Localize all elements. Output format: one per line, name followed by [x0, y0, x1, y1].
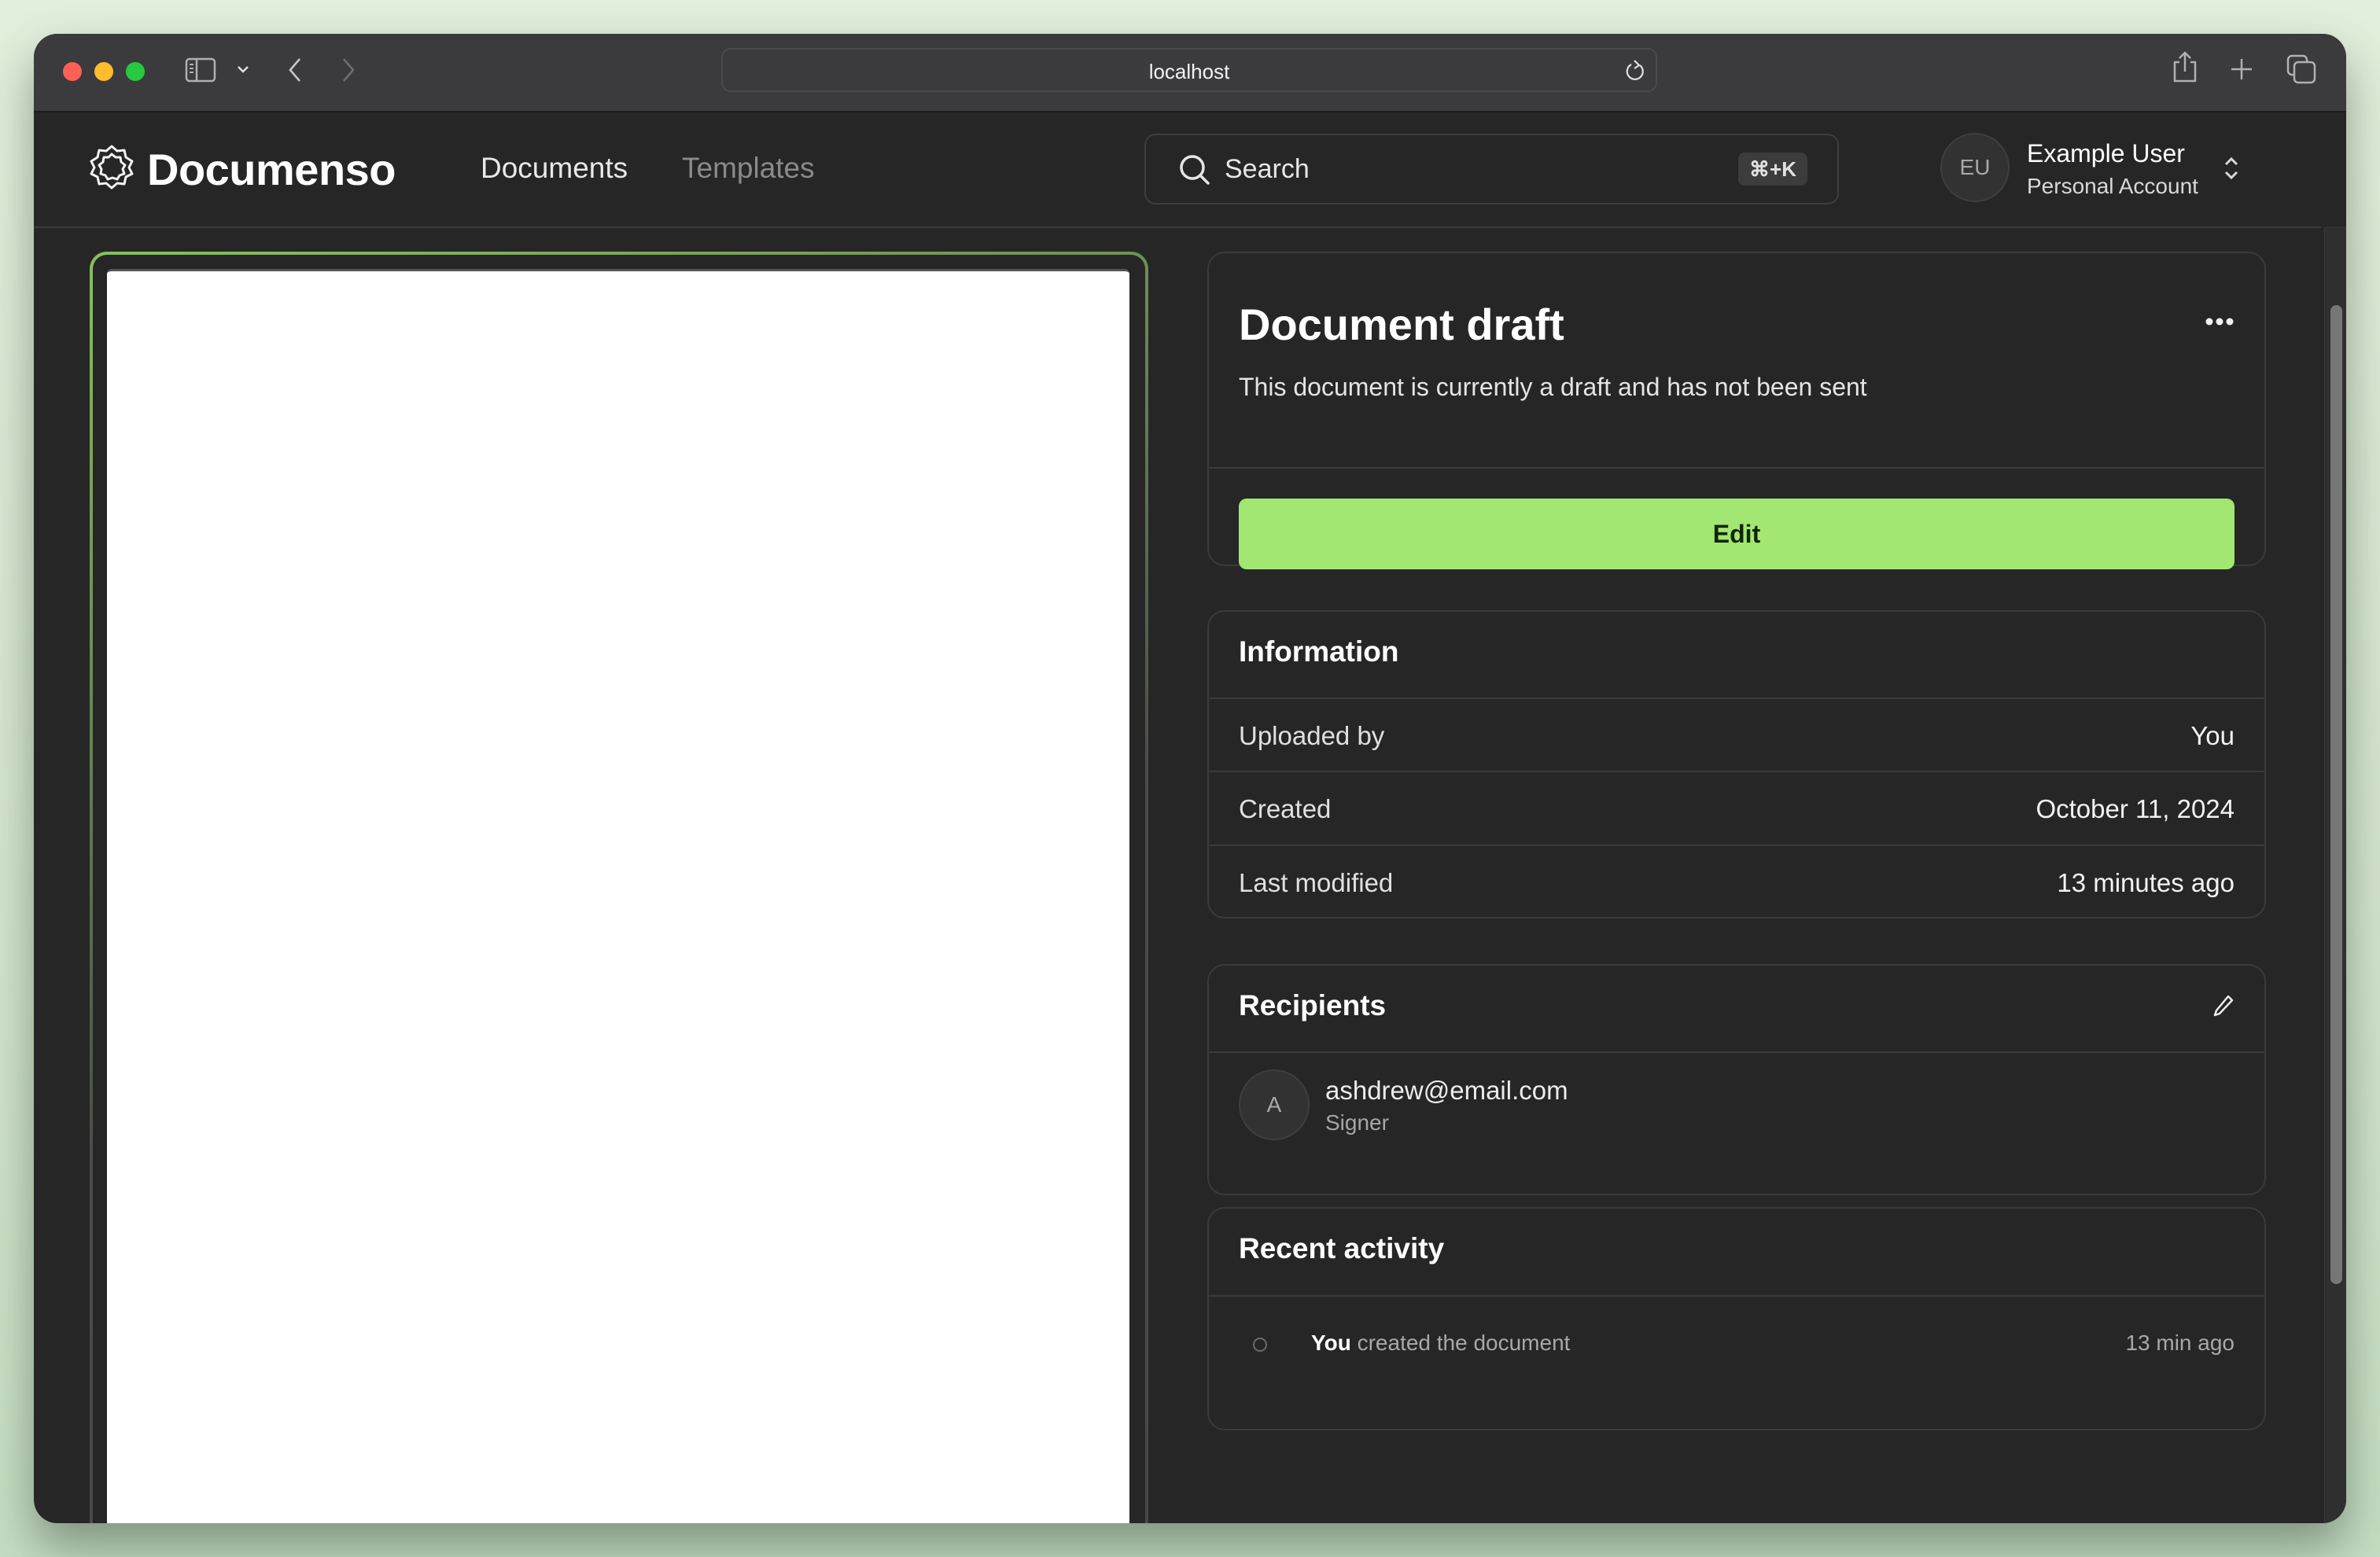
- browser-toolbar: localhost: [34, 34, 2346, 112]
- recipient-avatar: A: [1239, 1069, 1310, 1140]
- nav-templates[interactable]: Templates: [682, 152, 815, 185]
- tab-overview-icon[interactable]: [2286, 54, 2316, 88]
- browser-window: localhost Documenso Documents Templates: [34, 34, 2346, 1523]
- reload-icon[interactable]: [1624, 59, 1646, 86]
- info-row-created: Created October 11, 2024: [1239, 772, 2234, 845]
- more-options-icon[interactable]: [2205, 316, 2234, 330]
- brand-name[interactable]: Documenso: [147, 144, 396, 195]
- activity-action: created the document: [1357, 1331, 1571, 1355]
- divider: [1209, 1051, 2264, 1053]
- zoom-window-button[interactable]: [126, 62, 145, 81]
- info-row-uploaded-by: Uploaded by You: [1239, 699, 2234, 771]
- recipients-card: Recipients A ashdrew@email.com Signer: [1207, 964, 2266, 1195]
- recipients-title: Recipients: [1239, 989, 1387, 1021]
- scrollbar-thumb[interactable]: [2330, 305, 2342, 1284]
- search-placeholder: Search: [1225, 154, 1310, 184]
- info-value: October 11, 2024: [2036, 794, 2234, 823]
- search-shortcut-badge: ⌘+K: [1738, 153, 1807, 186]
- information-title: Information: [1239, 635, 1399, 668]
- documenso-logo-icon[interactable]: [89, 144, 134, 193]
- app-header: Documenso Documents Templates Search ⌘+K…: [34, 111, 2321, 228]
- account-type[interactable]: Personal Account: [2027, 174, 2198, 199]
- recent-activity-card: Recent activity You created the document…: [1207, 1207, 2266, 1430]
- search-icon: [1177, 153, 1212, 191]
- minimize-window-button[interactable]: [94, 62, 113, 81]
- status-description: This document is currently a draft and h…: [1239, 373, 1867, 401]
- divider: [1209, 1295, 2264, 1297]
- recipient-role: Signer: [1325, 1110, 1389, 1135]
- status-title: Document draft: [1239, 300, 1564, 349]
- info-value: 13 minutes ago: [2057, 868, 2234, 897]
- page-scrollbar[interactable]: [2324, 226, 2346, 1523]
- back-icon[interactable]: [287, 57, 303, 86]
- nav-documents[interactable]: Documents: [481, 152, 628, 185]
- chevrons-up-down-icon[interactable]: [2222, 155, 2241, 186]
- user-avatar[interactable]: EU: [1940, 133, 2010, 202]
- forward-icon[interactable]: [341, 57, 356, 86]
- info-label: Created: [1239, 794, 1332, 823]
- share-icon[interactable]: [2172, 50, 2198, 88]
- info-label: Last modified: [1239, 868, 1394, 897]
- activity-dot-icon: [1253, 1338, 1267, 1352]
- document-status-card: Document draft This document is currentl…: [1207, 252, 2266, 569]
- pencil-icon[interactable]: [2212, 994, 2234, 1021]
- activity-text: You created the document: [1311, 1331, 1570, 1356]
- divider: [1209, 467, 2264, 469]
- sidebar-icon[interactable]: [185, 57, 216, 86]
- new-tab-icon[interactable]: [2230, 57, 2253, 85]
- document-preview-frame: [90, 252, 1148, 1523]
- url-text: localhost: [1148, 60, 1230, 83]
- chevron-down-icon[interactable]: [237, 64, 249, 78]
- activity-actor: You: [1311, 1331, 1351, 1355]
- activity-time: 13 min ago: [2125, 1331, 2234, 1355]
- document-page[interactable]: [107, 269, 1129, 1523]
- search-input[interactable]: Search ⌘+K: [1144, 134, 1839, 204]
- info-value: You: [2190, 721, 2234, 750]
- info-row-last-modified: Last modified 13 minutes ago: [1239, 846, 2234, 918]
- info-label: Uploaded by: [1239, 721, 1385, 750]
- recipient-email: ashdrew@email.com: [1325, 1076, 1568, 1105]
- close-window-button[interactable]: [63, 62, 82, 81]
- information-card: Information Uploaded by You Created Octo…: [1207, 610, 2266, 918]
- edit-button[interactable]: Edit: [1239, 499, 2234, 569]
- recent-activity-title: Recent activity: [1239, 1232, 1445, 1264]
- user-name[interactable]: Example User: [2027, 139, 2185, 168]
- address-bar[interactable]: localhost: [721, 48, 1657, 92]
